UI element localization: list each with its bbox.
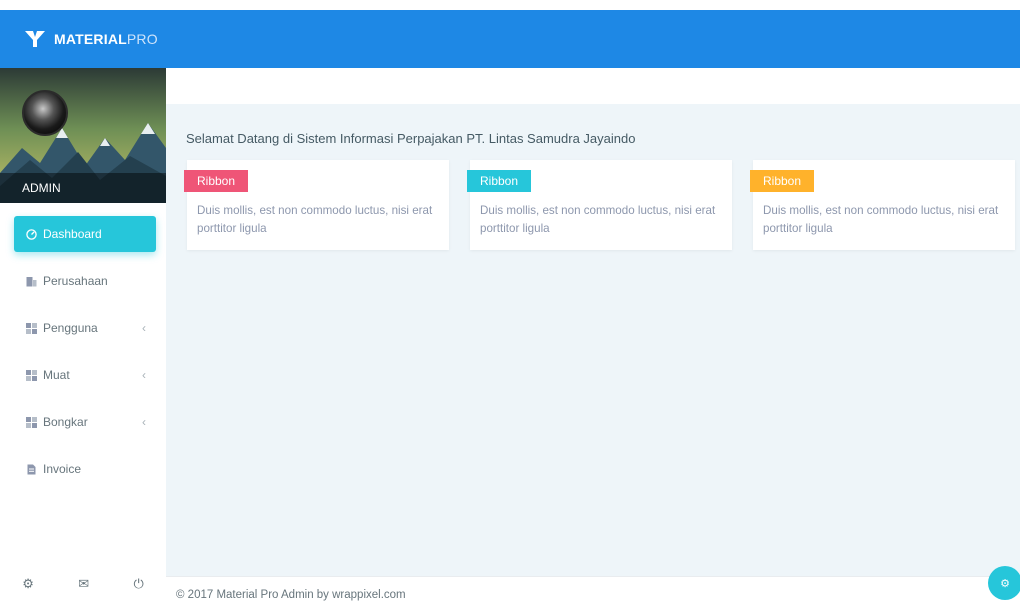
brand-name: MATERIALPRO xyxy=(54,31,158,47)
sidebar-item-muat[interactable]: Muat ‹ xyxy=(0,356,166,394)
ribbon-label: Ribbon xyxy=(184,170,249,192)
ribbon-label: Ribbon xyxy=(467,170,532,192)
footer: © 2017 Material Pro Admin by wrappixel.c… xyxy=(166,576,1020,604)
chevron-left-icon: ‹ xyxy=(142,415,146,429)
footer-copyright: © 2017 Material Pro Admin by wrappixel.c… xyxy=(176,589,406,601)
logo[interactable]: MATERIALPRO xyxy=(0,10,166,68)
page-title-bar xyxy=(166,68,1020,104)
ribbon-card: Ribbon Duis mollis, est non commodo luct… xyxy=(750,160,1015,250)
sidebar-footer: ⚙ ✉ ⏻ xyxy=(0,564,166,604)
avatar[interactable] xyxy=(22,90,68,136)
main-content: Selamat Datang di Sistem Informasi Perpa… xyxy=(166,68,1020,604)
sidebar: MATERIALPRO ADMIN Dashboard Perusahaan P… xyxy=(0,10,166,604)
sidebar-item-dashboard[interactable]: Dashboard xyxy=(14,216,156,252)
logo-icon xyxy=(24,30,46,48)
building-icon xyxy=(26,276,37,287)
grid-icon xyxy=(26,416,37,428)
gear-icon: ⚙ xyxy=(1000,577,1010,590)
sidebar-item-label: Dashboard xyxy=(43,227,102,241)
grid-icon xyxy=(26,369,37,381)
sidebar-item-label: Perusahaan xyxy=(43,274,108,288)
ribbon-label: Ribbon xyxy=(750,170,815,192)
profile-panel: ADMIN xyxy=(0,68,166,203)
sidebar-item-label: Bongkar xyxy=(43,415,88,429)
sidebar-item-bongkar[interactable]: Bongkar ‹ xyxy=(0,403,166,441)
sidebar-item-perusahaan[interactable]: Perusahaan xyxy=(0,262,166,300)
chevron-left-icon: ‹ xyxy=(142,321,146,335)
sidebar-nav: Dashboard Perusahaan Pengguna ‹ Muat ‹ B… xyxy=(0,216,166,497)
sidebar-item-label: Invoice xyxy=(43,462,82,476)
card-text: Duis mollis, est non commodo luctus, nis… xyxy=(480,204,716,235)
power-icon[interactable]: ⏻ xyxy=(134,576,144,592)
ribbon-card: Ribbon Duis mollis, est non commodo luct… xyxy=(467,160,732,250)
card-text: Duis mollis, est non commodo luctus, nis… xyxy=(197,204,433,235)
card-text: Duis mollis, est non commodo luctus, nis… xyxy=(763,204,999,235)
sidebar-item-invoice[interactable]: Invoice xyxy=(0,450,166,488)
welcome-text: Selamat Datang di Sistem Informasi Perpa… xyxy=(186,131,636,146)
topbar xyxy=(166,10,1020,68)
chevron-left-icon: ‹ xyxy=(142,368,146,382)
dashboard-icon xyxy=(26,228,37,240)
settings-icon[interactable]: ⚙ xyxy=(22,576,34,592)
settings-fab-button[interactable]: ⚙ xyxy=(988,566,1020,600)
sidebar-item-label: Pengguna xyxy=(43,321,98,335)
grid-icon xyxy=(26,322,37,334)
sidebar-item-pengguna[interactable]: Pengguna ‹ xyxy=(0,309,166,347)
mail-icon[interactable]: ✉ xyxy=(78,576,89,592)
profile-name[interactable]: ADMIN xyxy=(0,173,166,203)
document-icon xyxy=(26,464,37,475)
sidebar-item-label: Muat xyxy=(43,368,70,382)
ribbon-card: Ribbon Duis mollis, est non commodo luct… xyxy=(184,160,449,250)
